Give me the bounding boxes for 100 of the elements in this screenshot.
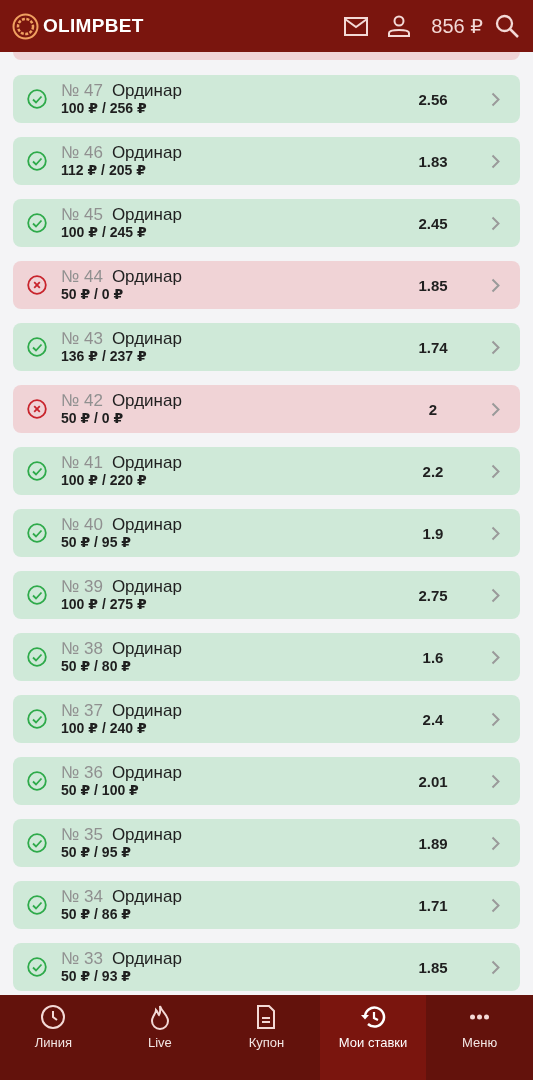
bet-number: № 44 [61,267,103,286]
stake-payout: 50 ₽ / 86 ₽ [61,906,133,923]
check-circle-icon [27,213,47,233]
odds: 1.89 [417,834,449,852]
odds: 1.9 [421,524,445,542]
check-circle-icon [27,151,47,171]
odds: 1.74 [417,338,449,356]
stake-payout: 50 ₽ / 80 ₽ [61,658,133,675]
check-circle-icon [27,89,47,109]
check-circle-icon [27,523,47,543]
odds: 2.56 [417,90,449,108]
bet-type: Ординар [111,825,182,844]
odds: 2.4 [421,710,445,728]
check-circle-icon [27,771,47,791]
odds: 1.85 [417,958,449,976]
odds: 2 [427,400,439,418]
check-circle-icon [27,337,47,357]
bet-number: № 46 [61,143,103,162]
stake-payout: 50 ₽ / 93 ₽ [61,968,133,985]
bet-type: Ординар [111,329,182,348]
bet-card[interactable]: № 42 Ординар 50 ₽ / 0 ₽ 2 [13,385,520,433]
bet-number: № 43 [61,329,103,348]
chevron-right-icon [491,897,500,913]
bet-card[interactable]: № 47 Ординар 100 ₽ / 256 ₽ 2.56 [13,75,520,123]
bet-card[interactable]: № 37 Ординар 100 ₽ / 240 ₽ 2.4 [13,695,520,743]
bet-number: № 36 [61,763,103,782]
bet-type: Ординар [111,515,182,534]
chevron-right-icon [491,277,500,293]
bet-number: № 45 [61,205,103,224]
bet-card[interactable]: № 36 Ординар 50 ₽ / 100 ₽ 2.01 [13,757,520,805]
bet-card[interactable]: № 44 Ординар 50 ₽ / 0 ₽ 1.85 [13,261,520,309]
bet-number: № 38 [61,639,103,658]
chevron-right-icon [491,587,500,603]
odds: 1.71 [417,896,449,914]
bet-card[interactable]: № 41 Ординар 100 ₽ / 220 ₽ 2.2 [13,447,520,495]
nav-tab[interactable]: Live [106,995,214,1080]
check-circle-icon [27,647,47,667]
bet-card[interactable]: № 40 Ординар 50 ₽ / 95 ₽ 1.9 [13,509,520,557]
logo-text: OLIMPBET [43,15,144,37]
odds: 1.83 [417,152,449,170]
odds: 1.6 [421,648,445,666]
balance[interactable]: 856 ₽ [431,14,483,38]
more-icon [469,1014,491,1020]
check-circle-icon [27,895,47,915]
stake-payout: 100 ₽ / 240 ₽ [61,720,148,737]
odds: 2.01 [417,772,449,790]
chevron-right-icon [491,215,500,231]
bet-card[interactable]: № 38 Ординар 50 ₽ / 80 ₽ 1.6 [13,633,520,681]
nav-tab[interactable]: Меню [426,995,533,1080]
check-circle-icon [27,461,47,481]
chevron-right-icon [491,835,500,851]
bet-type: Ординар [111,391,182,410]
clock-icon [40,1004,67,1030]
stake-payout: 112 ₽ / 205 ₽ [61,162,147,179]
bet-number: № 39 [61,577,103,596]
stake-payout: 100 ₽ / 245 ₽ [61,224,148,241]
chevron-right-icon [491,959,500,975]
stake-payout: 50 ₽ / 95 ₽ [61,534,133,551]
bet-type: Ординар [111,205,182,224]
nav-tab[interactable]: Мои ставки [319,995,427,1080]
check-circle-icon [27,709,47,729]
nav-tab[interactable]: Купон [213,995,320,1080]
history-icon [360,1004,387,1030]
bet-card[interactable]: № 35 Ординар 50 ₽ / 95 ₽ 1.89 [13,819,520,867]
odds: 1.85 [417,276,449,294]
bet-card[interactable]: № 43 Ординар 136 ₽ / 237 ₽ 1.74 [13,323,520,371]
bet-number: № 35 [61,825,103,844]
bet-type: Ординар [111,267,182,286]
mail-icon[interactable] [344,16,369,36]
check-circle-icon [27,957,47,977]
chevron-right-icon [491,91,500,107]
search-icon[interactable] [495,14,519,38]
bet-number: № 37 [61,701,103,720]
check-circle-icon [27,585,47,605]
bet-type: Ординар [111,763,182,782]
bet-type: Ординар [111,453,182,472]
bet-number: № 40 [61,515,103,534]
chevron-right-icon [491,649,500,665]
user-icon[interactable] [387,15,412,37]
stake-payout: 50 ₽ / 0 ₽ [61,410,125,427]
odds: 2.45 [417,214,449,232]
nav-tab[interactable]: Линия [0,995,107,1080]
chevron-right-icon [491,711,500,727]
bet-card[interactable]: № 33 Ординар 50 ₽ / 93 ₽ 1.85 [13,943,520,991]
bet-type: Ординар [111,701,182,720]
odds: 2.2 [421,462,445,480]
bet-card[interactable]: № 46 Ординар 112 ₽ / 205 ₽ 1.83 [13,137,520,185]
bet-number: № 33 [61,949,103,968]
bet-card[interactable]: № 45 Ординар 100 ₽ / 245 ₽ 2.45 [13,199,520,247]
chevron-right-icon [491,339,500,355]
stake-payout: 100 ₽ / 275 ₽ [61,596,148,613]
bet-card[interactable]: № 39 Ординар 100 ₽ / 275 ₽ 2.75 [13,571,520,619]
bet-type: Ординар [111,887,182,906]
stake-payout: 50 ₽ / 100 ₽ [61,782,140,799]
chevron-right-icon [491,153,500,169]
chevron-right-icon [491,773,500,789]
bet-number: № 47 [61,81,103,100]
odds: 2.75 [417,586,449,604]
bet-card[interactable]: № 34 Ординар 50 ₽ / 86 ₽ 1.71 [13,881,520,929]
bet-type: Ординар [111,949,182,968]
